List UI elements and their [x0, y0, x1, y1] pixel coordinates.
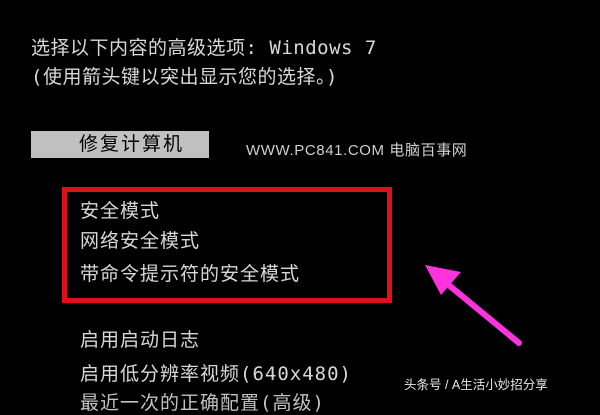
menu-item-last-known-good-config[interactable]: 最近一次的正确配置(高级)	[80, 391, 325, 415]
site-watermark: WWW.PC841.COM 电脑百事网	[246, 142, 468, 159]
navigation-hint: (使用箭头键以突出显示您的选择。)	[31, 66, 338, 88]
safe-mode-highlight-box	[62, 187, 392, 303]
toutiao-watermark: 头条号 / A生活小妙招分享	[404, 378, 548, 392]
menu-item-low-resolution-video[interactable]: 启用低分辨率视频(640x480)	[80, 362, 352, 386]
pointer-arrow-icon	[425, 265, 522, 346]
boot-options-screen: 选择以下内容的高级选项: Windows 7 (使用箭头键以突出显示您的选择。)…	[0, 0, 600, 414]
menu-item-repair-computer[interactable]: 修复计算机	[31, 131, 209, 158]
menu-item-label: 修复计算机	[79, 133, 185, 155]
menu-item-boot-logging[interactable]: 启用启动日志	[80, 328, 200, 352]
advanced-options-prompt: 选择以下内容的高级选项: Windows 7	[31, 37, 377, 59]
